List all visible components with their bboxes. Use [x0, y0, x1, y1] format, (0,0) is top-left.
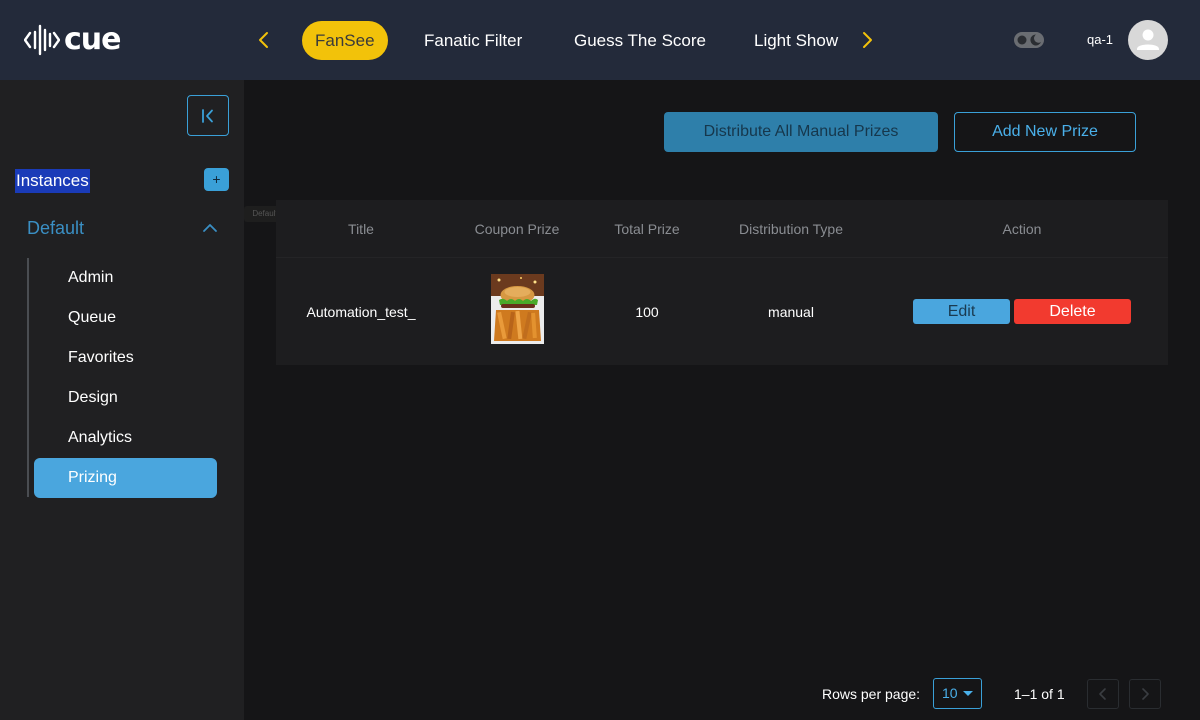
- logo[interactable]: cue: [24, 22, 121, 58]
- tab-light-show[interactable]: Light Show: [754, 21, 838, 60]
- chevron-left-icon: [1099, 688, 1106, 700]
- collapse-left-icon: [202, 108, 213, 123]
- column-header-title[interactable]: Title: [316, 221, 406, 237]
- distribute-all-prizes-button[interactable]: Distribute All Manual Prizes: [664, 112, 938, 152]
- burger-fries-icon: [491, 274, 544, 344]
- add-new-prize-button[interactable]: Add New Prize: [954, 112, 1136, 152]
- chevron-up-icon: [203, 224, 217, 232]
- nav-tree-line: [27, 258, 29, 497]
- avatar[interactable]: [1128, 20, 1168, 60]
- tab-fanatic-filter[interactable]: Fanatic Filter: [424, 21, 522, 60]
- table-header: Title Coupon Prize Total Prize Distribut…: [276, 200, 1168, 258]
- tabs-prev-button[interactable]: [252, 28, 276, 52]
- page-range: 1–1 of 1: [1014, 686, 1065, 702]
- edit-prize-button[interactable]: Edit: [913, 299, 1010, 324]
- tabs-next-button[interactable]: [855, 28, 879, 52]
- sidebar-item-admin[interactable]: Admin: [34, 258, 217, 298]
- rows-per-page-select[interactable]: 10: [933, 678, 982, 709]
- column-header-coupon-prize[interactable]: Coupon Prize: [462, 221, 572, 237]
- chevron-right-icon: [1142, 688, 1149, 700]
- tab-fansee[interactable]: FanSee: [302, 21, 388, 60]
- chevron-right-icon: [863, 32, 872, 48]
- column-header-action[interactable]: Action: [972, 221, 1072, 237]
- caret-down-icon: [963, 691, 973, 696]
- prize-title: Automation_test_: [306, 304, 416, 320]
- sidebar-item-design[interactable]: Design: [34, 378, 217, 418]
- sidebar-item-prizing[interactable]: Prizing: [34, 458, 217, 498]
- sidebar: Instances + Default Admin Queue Favorite…: [0, 80, 244, 720]
- total-prize-value: 100: [635, 304, 659, 320]
- collapse-sidebar-button[interactable]: [187, 95, 229, 136]
- distribution-type-value: manual: [768, 304, 814, 320]
- instance-group-default[interactable]: Default: [27, 218, 84, 239]
- theme-toggle[interactable]: [1014, 31, 1044, 49]
- rows-per-page-value: 10: [942, 685, 958, 701]
- chevron-left-icon: [259, 32, 268, 48]
- user-icon: [1137, 29, 1159, 50]
- group-collapse-button[interactable]: [200, 220, 220, 236]
- tab-guess-the-score[interactable]: Guess The Score: [574, 21, 706, 60]
- rows-per-page-label: Rows per page:: [822, 686, 921, 702]
- moon-toggle-icon: [1014, 32, 1044, 48]
- previous-page-button[interactable]: [1087, 679, 1119, 709]
- top-bar: cue FanSee Fanatic Filter Guess The Scor…: [0, 0, 1200, 80]
- delete-prize-button[interactable]: Delete: [1014, 299, 1131, 324]
- sidebar-item-favorites[interactable]: Favorites: [34, 338, 217, 378]
- sidebar-item-queue[interactable]: Queue: [34, 298, 217, 338]
- username: qa-1: [1087, 32, 1114, 47]
- coupon-prize-image[interactable]: [491, 274, 544, 344]
- next-page-button[interactable]: [1129, 679, 1161, 709]
- column-header-total-prize[interactable]: Total Prize: [597, 221, 697, 237]
- logo-text: cue: [64, 22, 121, 57]
- column-header-distribution-type[interactable]: Distribution Type: [721, 221, 861, 237]
- add-instance-button[interactable]: +: [204, 168, 229, 191]
- instances-label: Instances: [15, 169, 90, 193]
- soundwave-icon: [24, 24, 60, 56]
- sidebar-item-analytics[interactable]: Analytics: [34, 418, 217, 458]
- prizes-table: Title Coupon Prize Total Prize Distribut…: [276, 200, 1168, 365]
